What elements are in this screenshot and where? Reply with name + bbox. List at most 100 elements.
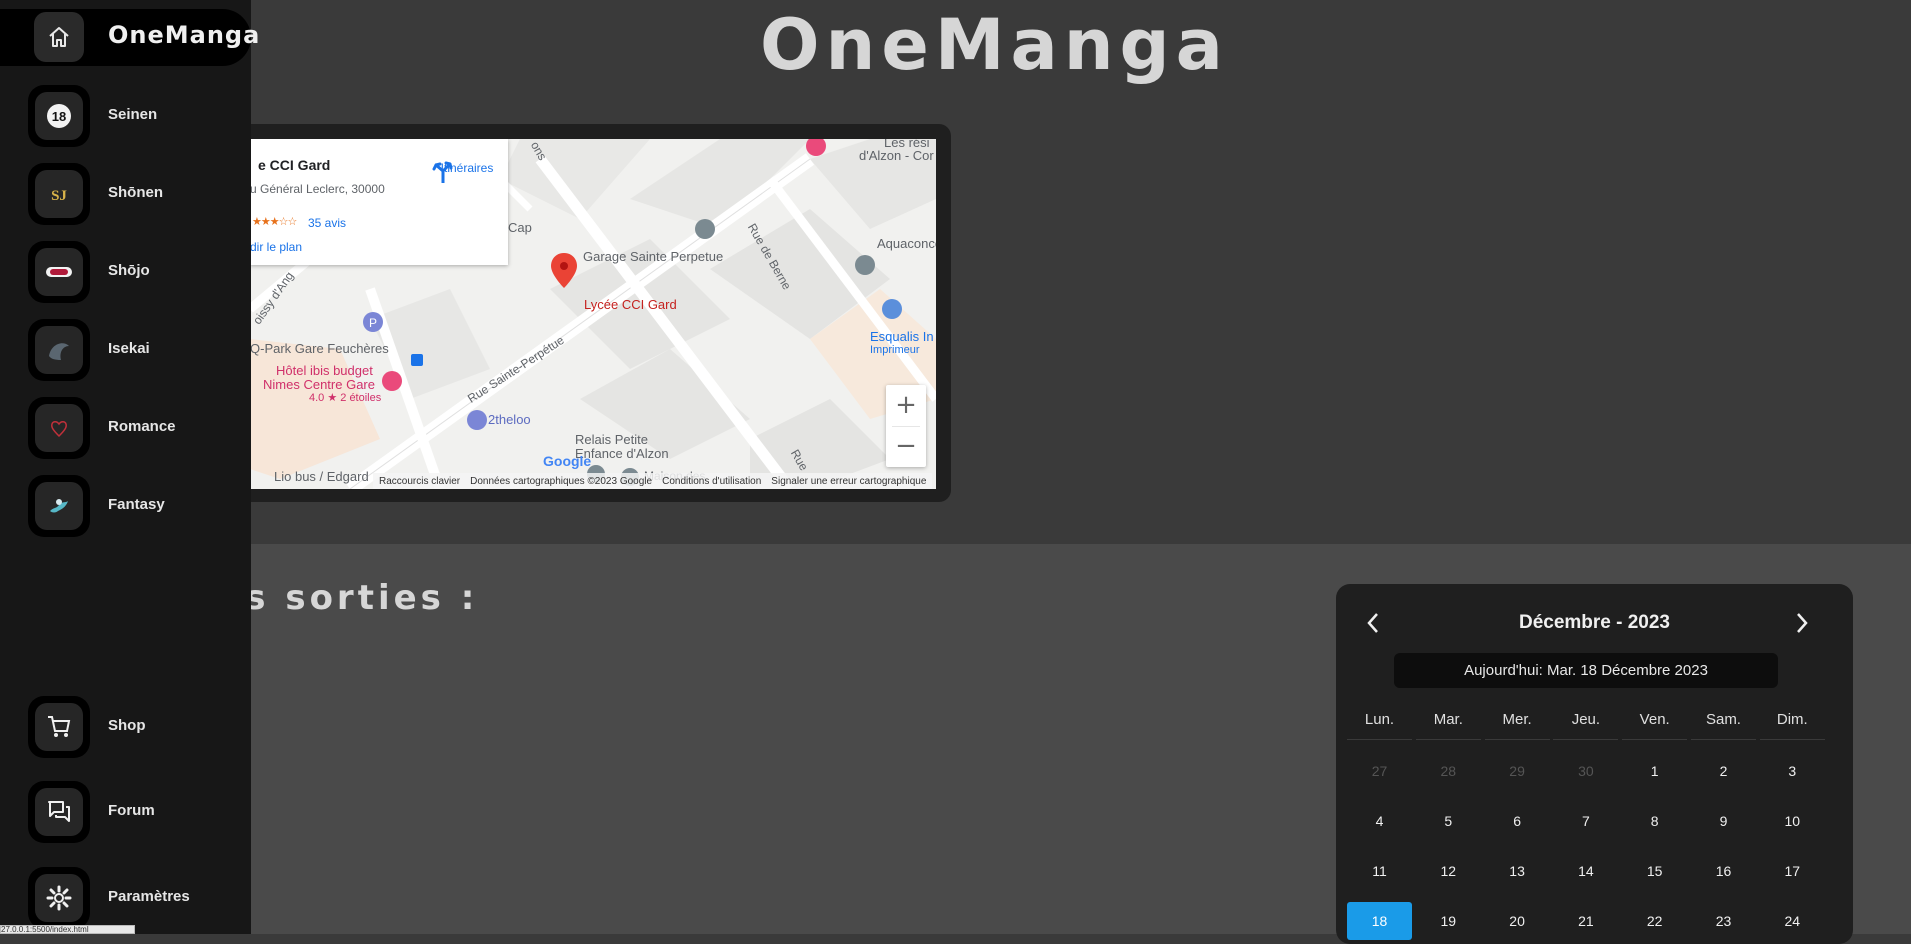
age-18-icon: 18 — [28, 85, 90, 147]
calendar-day[interactable]: 17 — [1760, 852, 1825, 890]
zoom-in-button[interactable]: + — [886, 385, 926, 426]
calendar-day[interactable]: 4 — [1347, 802, 1412, 840]
header-section: OneManga P Lycée CCI Gard Garage Sainte … — [0, 0, 1911, 544]
calendar-day[interactable]: 1 — [1622, 752, 1687, 790]
sidebar-item-shonen[interactable]: SJ Shōnen — [28, 163, 248, 225]
zoom-out-button[interactable]: − — [886, 426, 926, 467]
calendar-day[interactable]: 22 — [1622, 902, 1687, 940]
reviews-link[interactable]: 35 avis — [308, 216, 346, 230]
home-icon — [34, 12, 84, 62]
forum-icon — [28, 781, 90, 843]
calendar-day[interactable]: 2 — [1691, 752, 1756, 790]
sidebar: OneManga 18 Seinen SJ Shōnen Shōjo Iseka… — [0, 0, 259, 934]
calendar-day[interactable]: 7 — [1553, 802, 1618, 840]
calendar-days: 27 28 29 30 1 2 3 4 5 6 7 8 9 10 11 12 13 14 15 16 17 18 19 20 2… — [1347, 752, 1836, 940]
sidebar-item-label: Shōnen — [108, 184, 163, 201]
weekday-header: Ven. — [1622, 702, 1688, 740]
map-footer: Raccourcis clavier Données cartographiqu… — [373, 473, 933, 489]
calendar-day[interactable]: 20 — [1485, 902, 1550, 940]
calendar-day[interactable]: 19 — [1416, 902, 1481, 940]
directions-button[interactable]: Itinéraires — [432, 159, 502, 183]
map-label-2theloo: 2theloo — [488, 412, 531, 427]
gear-icon — [28, 867, 90, 929]
calendar-month: Décembre - 2023 — [1518, 612, 1671, 633]
weekday-header: Sam. — [1690, 702, 1756, 740]
sidebar-item-label: Shop — [108, 717, 146, 734]
map-label-esqualis: Esqualis In — [870, 329, 934, 344]
shonen-jump-icon: SJ — [28, 163, 90, 225]
svg-text:18: 18 — [52, 109, 66, 124]
zoom-divider — [892, 426, 920, 427]
weekday-header: Lun. — [1347, 702, 1412, 740]
calendar-day[interactable]: 6 — [1485, 802, 1550, 840]
calendar-day[interactable]: 29 — [1485, 752, 1550, 790]
calendar-day[interactable]: 12 — [1416, 852, 1481, 890]
keyboard-shortcuts-link[interactable]: Raccourcis clavier — [379, 476, 460, 487]
fantasy-icon — [28, 475, 90, 537]
place-card: e CCI Gard u Général Leclerc, 30000 ★★★☆… — [250, 139, 508, 265]
sidebar-item-label: Paramètres — [108, 888, 190, 905]
place-name: e CCI Gard — [258, 157, 331, 173]
sidebar-item-label: Romance — [108, 418, 176, 435]
weekday-header: Jeu. — [1553, 702, 1619, 740]
svg-text:SJ: SJ — [51, 188, 67, 204]
calendar-day[interactable]: 24 — [1760, 902, 1825, 940]
calendar-day[interactable]: 27 — [1347, 752, 1412, 790]
calendar-day[interactable]: 21 — [1553, 902, 1618, 940]
calendar-day[interactable]: 30 — [1553, 752, 1618, 790]
zoom-controls: + − — [886, 385, 926, 467]
calendar-day[interactable]: 16 — [1691, 852, 1756, 890]
google-map[interactable]: P Lycée CCI Gard Garage Sainte Perpetue … — [250, 139, 936, 489]
calendar-day[interactable]: 18 — [1347, 902, 1412, 940]
sidebar-item-fantasy[interactable]: Fantasy — [28, 475, 248, 537]
home-link[interactable]: OneManga — [0, 9, 259, 66]
sidebar-item-isekai[interactable]: Isekai — [28, 319, 248, 381]
calendar-day[interactable]: 10 — [1760, 802, 1825, 840]
sidebar-item-label: Seinen — [108, 106, 158, 123]
map-label-lycee: Lycée CCI Gard — [584, 297, 677, 312]
svg-text:P: P — [369, 316, 377, 330]
map-label-cap: Cap — [508, 220, 532, 235]
sidebar-item-label: Fantasy — [108, 496, 165, 513]
map-label-qpark: Q-Park Gare Feuchères — [250, 341, 389, 356]
map-label-ibis-rating: 4.0 ★ 2 étoiles — [309, 392, 382, 404]
view-larger-map-link[interactable]: dir le plan — [250, 240, 302, 254]
calendar-day[interactable]: 14 — [1553, 852, 1618, 890]
map-label-aquaconcepts: Aquaconcepts — [877, 236, 936, 251]
sidebar-item-settings[interactable]: Paramètres — [28, 867, 248, 929]
google-logo: Google — [543, 453, 592, 469]
calendar-week: 18 19 20 21 22 23 24 — [1347, 902, 1836, 940]
terms-link[interactable]: Conditions d'utilisation — [662, 476, 761, 487]
calendar-day[interactable]: 11 — [1347, 852, 1412, 890]
brand-name: OneManga — [108, 21, 261, 49]
map-data-credit: Données cartographiques ©2023 Google — [470, 475, 653, 487]
calendar: Décembre - 2023 Aujourd'hui: Mar. 18 Déc… — [1336, 584, 1853, 944]
sidebar-item-label: Shōjo — [108, 262, 150, 279]
status-bar-url: 27.0.0.1:5500/index.html — [0, 925, 135, 934]
calendar-weekdays: Lun. Mar. Mer. Jeu. Ven. Sam. Dim. — [1347, 702, 1836, 740]
calendar-next-button[interactable] — [1787, 608, 1817, 638]
calendar-day[interactable]: 13 — [1485, 852, 1550, 890]
calendar-day[interactable]: 3 — [1760, 752, 1825, 790]
site-title: OneManga — [760, 4, 1229, 86]
calendar-week: 11 12 13 14 15 16 17 — [1347, 852, 1836, 890]
sidebar-item-shojo[interactable]: Shōjo — [28, 241, 248, 303]
calendar-day[interactable]: 15 — [1622, 852, 1687, 890]
sidebar-item-shop[interactable]: Shop — [28, 696, 248, 758]
cart-icon — [28, 696, 90, 758]
shojo-icon — [28, 241, 90, 303]
calendar-day[interactable]: 8 — [1622, 802, 1687, 840]
calendar-day[interactable]: 9 — [1691, 802, 1756, 840]
sidebar-item-seinen[interactable]: 18 Seinen — [28, 85, 248, 147]
calendar-day[interactable]: 28 — [1416, 752, 1481, 790]
calendar-week: 27 28 29 30 1 2 3 — [1347, 752, 1836, 790]
sidebar-item-forum[interactable]: Forum — [28, 781, 248, 843]
calendar-day[interactable]: 23 — [1691, 902, 1756, 940]
calendar-grid: Lun. Mar. Mer. Jeu. Ven. Sam. Dim. 27 28 2… — [1347, 702, 1836, 940]
map-label-dalzon: d'Alzon - Cor — [859, 148, 934, 163]
calendar-day[interactable]: 5 — [1416, 802, 1481, 840]
report-error-link[interactable]: Signaler une erreur cartographique — [771, 476, 926, 487]
map-label-garage: Garage Sainte Perpetue — [583, 249, 724, 264]
map-label-ibis-2: Nimes Centre Gare — [263, 377, 375, 392]
sidebar-item-romance[interactable]: Romance — [28, 397, 248, 459]
